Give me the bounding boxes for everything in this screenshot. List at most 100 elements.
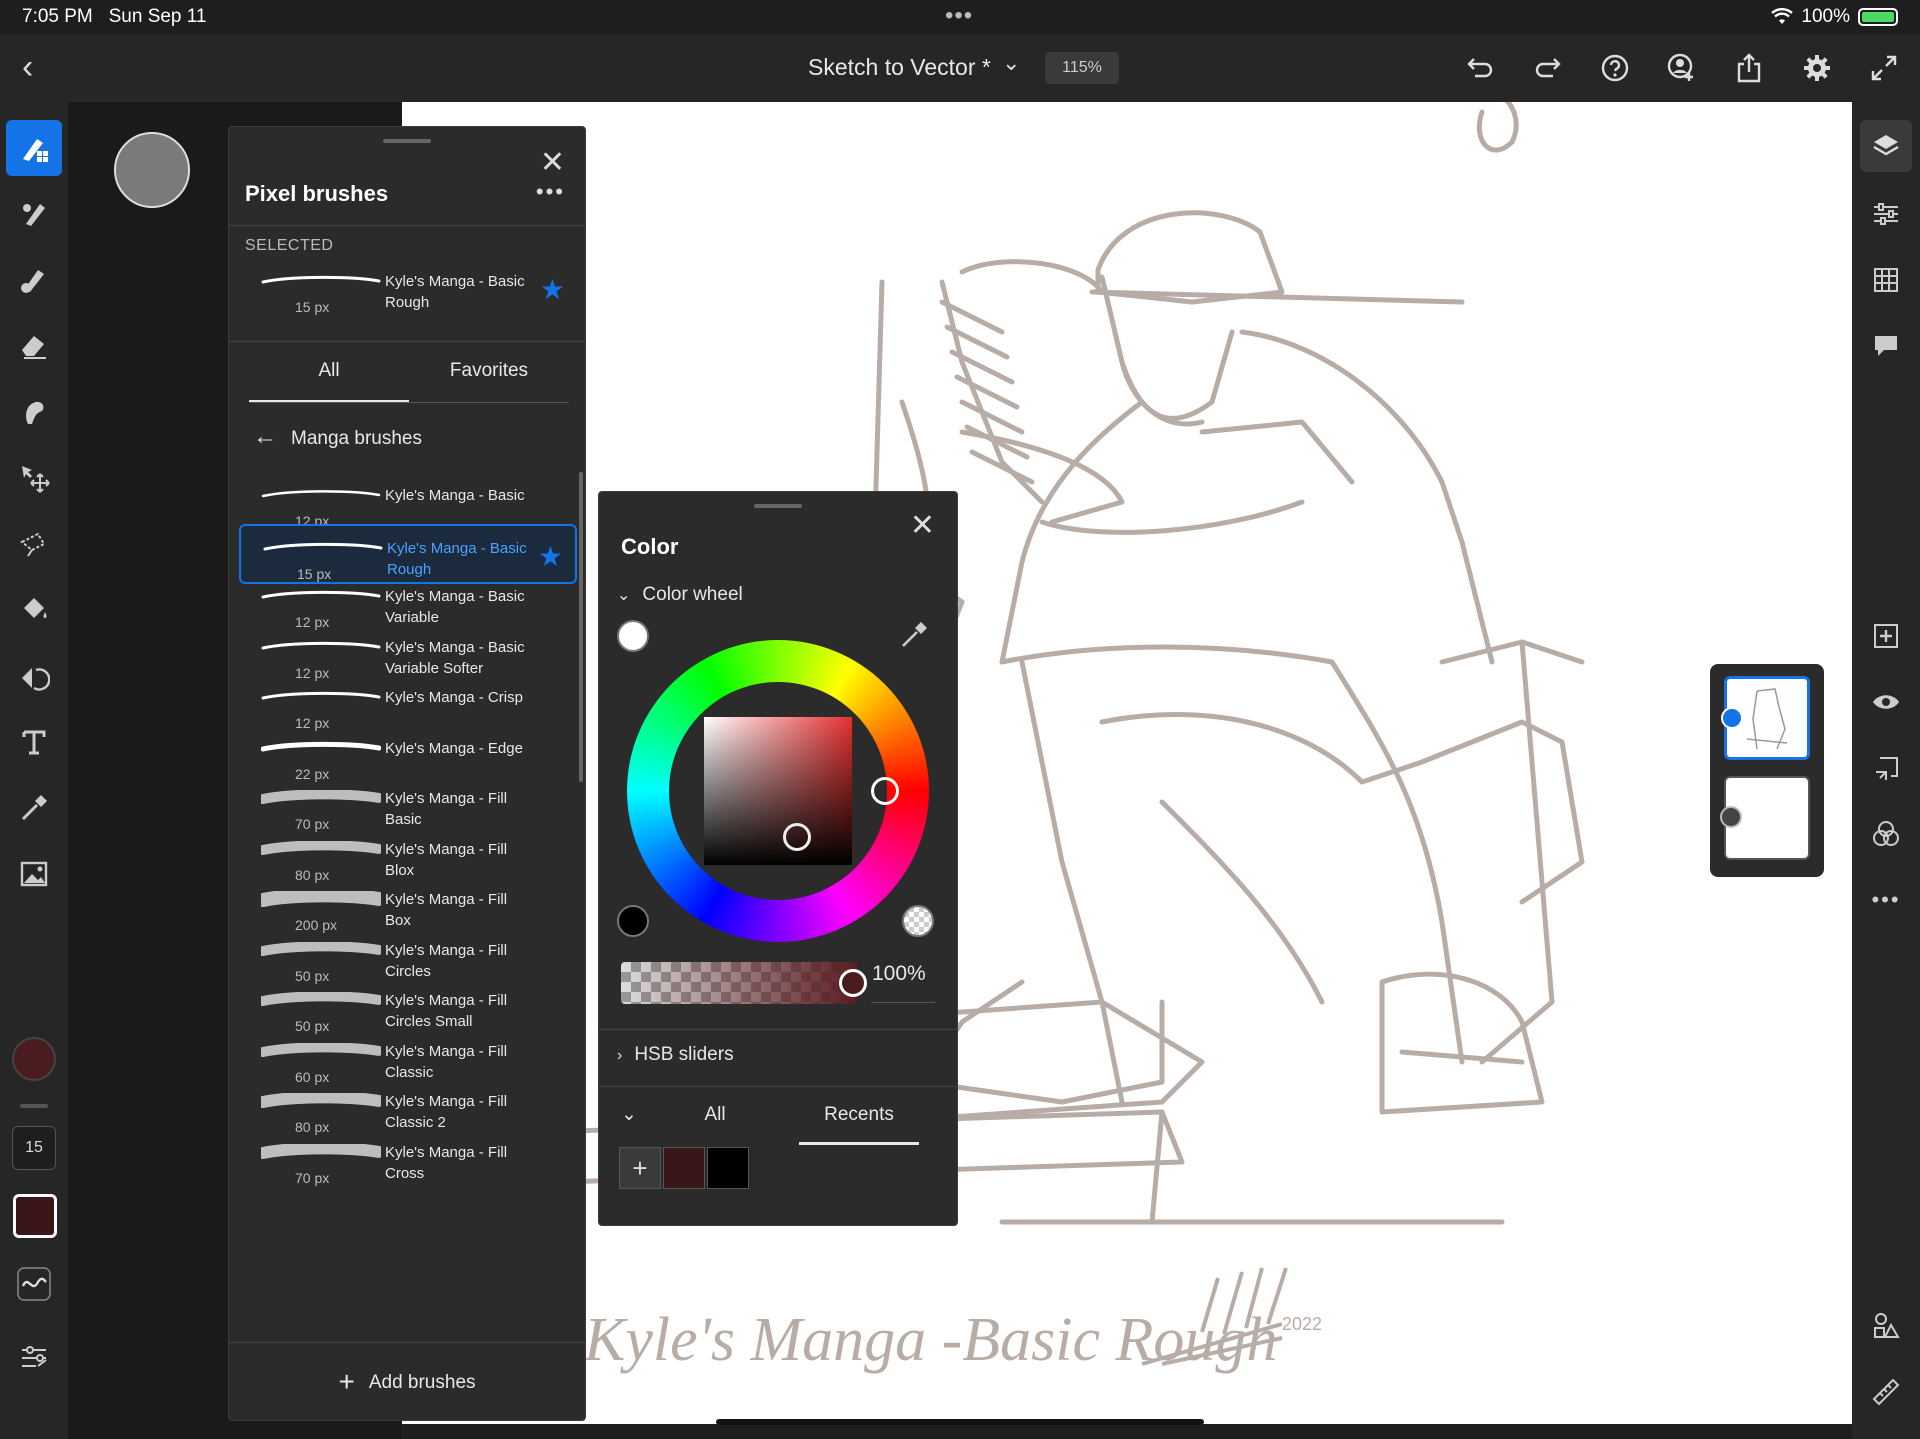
brush-settings-icon[interactable]: [6, 1328, 62, 1384]
brush-stroke-preview: [261, 1093, 381, 1108]
hsb-sliders-toggle[interactable]: › HSB sliders: [617, 1044, 734, 1066]
brush-stroke-preview: [261, 992, 381, 1006]
brush-stroke-preview: [261, 639, 381, 653]
brush-size-field[interactable]: 15: [12, 1126, 56, 1170]
chevron-right-icon: ›: [617, 1047, 623, 1064]
brush-stroke-settings-icon[interactable]: [6, 1256, 62, 1312]
hue-handle[interactable]: [871, 777, 899, 805]
transform-tool-icon[interactable]: [6, 648, 62, 704]
more-options-icon[interactable]: •••: [536, 179, 565, 205]
transparent-swatch[interactable]: [902, 905, 934, 937]
live-brush-tool-icon[interactable]: [6, 186, 62, 242]
zoom-level[interactable]: 115%: [1045, 52, 1119, 84]
eyedropper-icon[interactable]: [899, 620, 929, 655]
close-icon[interactable]: ✕: [540, 145, 565, 180]
add-brushes-button[interactable]: + Add brushes: [229, 1342, 585, 1420]
blend-mode-icon[interactable]: [1860, 808, 1912, 860]
recent-swatch[interactable]: [707, 1147, 749, 1189]
chevron-down-icon: ⌄: [617, 587, 631, 604]
brush-name-label: Kyle's Manga - Fill Circles Small: [385, 992, 508, 1030]
opacity-underline: [871, 1002, 935, 1003]
undo-icon[interactable]: [1462, 50, 1498, 86]
toolbar-divider: [20, 1104, 48, 1108]
grid-icon[interactable]: [1860, 254, 1912, 306]
eyedropper-tool-icon[interactable]: [6, 780, 62, 836]
tab-favorites[interactable]: Favorites: [409, 343, 569, 403]
close-icon[interactable]: ✕: [910, 508, 935, 543]
brush-stroke-preview: [261, 941, 381, 956]
add-brushes-label: Add brushes: [368, 1372, 476, 1393]
vector-brush-tool-icon[interactable]: [6, 252, 62, 308]
tab-recents[interactable]: Recents: [799, 1087, 919, 1145]
layer-thumbnail-sketch[interactable]: [1721, 676, 1810, 760]
brush-stroke-preview: [263, 540, 383, 554]
tab-all[interactable]: All: [655, 1087, 775, 1145]
pixel-brush-tool-icon[interactable]: [6, 120, 62, 176]
brush-stroke-preview: [261, 689, 381, 703]
fullscreen-icon[interactable]: [1866, 50, 1902, 86]
fill-tool-icon[interactable]: [6, 582, 62, 638]
black-swatch[interactable]: [617, 905, 649, 937]
text-tool-icon[interactable]: [6, 714, 62, 770]
merge-layer-icon[interactable]: [1860, 742, 1912, 794]
color-wheel-toggle[interactable]: ⌄ Color wheel: [617, 584, 743, 606]
breadcrumb[interactable]: ← Manga brushes: [253, 423, 422, 451]
brush-name-label: Kyle's Manga - Basic Rough: [385, 273, 525, 311]
eraser-tool-icon[interactable]: [6, 318, 62, 374]
hsb-sliders-label: HSB sliders: [634, 1044, 734, 1065]
top-bar: ‹ Sketch to Vector * ⌄ 115%: [0, 34, 1920, 102]
opacity-slider[interactable]: [621, 962, 857, 1004]
smudge-tool-icon[interactable]: [6, 384, 62, 440]
invite-user-icon[interactable]: [1664, 50, 1700, 86]
ruler-icon[interactable]: [1860, 1366, 1912, 1418]
tab-all[interactable]: All: [249, 343, 409, 403]
panel-drag-handle[interactable]: [754, 504, 802, 508]
multitasking-dots[interactable]: •••: [945, 2, 973, 30]
saturation-handle[interactable]: [783, 823, 811, 851]
favorite-star-icon[interactable]: ★: [538, 540, 563, 573]
share-icon[interactable]: [1731, 50, 1767, 86]
pixel-brushes-panel: Pixel brushes ✕ ••• SELECTED 15 px Kyle'…: [228, 126, 586, 1421]
saturation-brightness-square[interactable]: [704, 717, 852, 865]
settings-gear-icon[interactable]: [1799, 50, 1835, 86]
status-right: 100%: [1771, 6, 1898, 28]
layer-thumbnail-background[interactable]: [1720, 776, 1810, 860]
layer-properties-icon[interactable]: [1860, 188, 1912, 240]
back-button[interactable]: ‹: [22, 48, 33, 87]
panel-drag-handle[interactable]: [383, 139, 431, 143]
color-panel: Color ✕ ⌄ Color wheel 100% › HSB sliders ⌄…: [598, 491, 958, 1226]
white-swatch[interactable]: [617, 620, 649, 652]
chevron-down-icon[interactable]: ⌄: [1002, 50, 1020, 76]
layers-icon[interactable]: [1860, 120, 1912, 172]
opacity-value[interactable]: 100%: [872, 962, 926, 986]
move-tool-icon[interactable]: [6, 450, 62, 506]
help-icon[interactable]: [1597, 50, 1633, 86]
arrow-left-icon[interactable]: ←: [253, 423, 277, 450]
shapes-icon[interactable]: [1860, 1300, 1912, 1352]
layers-flyout: [1710, 664, 1824, 877]
brush-size-label: 15 px: [295, 299, 330, 315]
current-color-icon[interactable]: [12, 1037, 56, 1081]
redo-icon[interactable]: [1530, 50, 1566, 86]
brush-name-label: Kyle's Manga - Basic Variable: [385, 588, 525, 626]
document-title[interactable]: Sketch to Vector *: [808, 54, 991, 81]
more-options-icon[interactable]: •••: [1860, 874, 1912, 926]
selected-section-label: SELECTED: [245, 237, 334, 254]
image-tool-icon[interactable]: [6, 846, 62, 902]
comment-icon[interactable]: [1860, 320, 1912, 372]
add-swatch-button[interactable]: +: [619, 1147, 661, 1189]
add-layer-icon[interactable]: [1860, 610, 1912, 662]
selected-brush-row[interactable]: 15 px Kyle's Manga - Basic Rough ★: [239, 259, 577, 319]
chevron-down-icon[interactable]: ⌄: [609, 1087, 649, 1145]
favorite-star-icon[interactable]: ★: [540, 273, 565, 306]
brush-name-label: Kyle's Manga - Fill Box: [385, 891, 508, 929]
brush-stroke-preview: [261, 273, 381, 287]
brush-color-swatch[interactable]: [13, 1194, 57, 1238]
color-wheel[interactable]: [627, 640, 929, 942]
opacity-handle[interactable]: [839, 969, 867, 997]
recent-swatch[interactable]: [663, 1147, 705, 1189]
scrollbar[interactable]: [579, 472, 583, 782]
visibility-eye-icon[interactable]: [1860, 676, 1912, 728]
brush-list-item[interactable]: 70 px Kyle's Manga - Fill Cross: [239, 1130, 577, 1190]
lasso-select-tool-icon[interactable]: [6, 516, 62, 572]
